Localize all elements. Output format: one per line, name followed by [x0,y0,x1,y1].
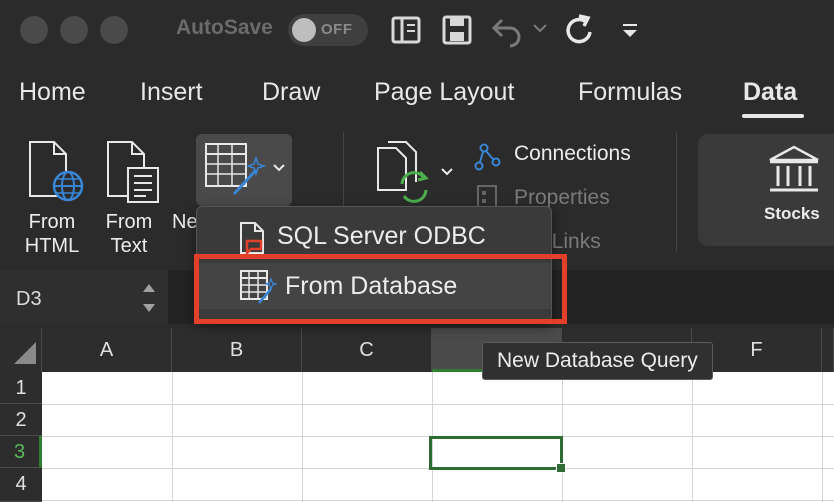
highlight-box [194,254,567,324]
select-all-triangle-icon [14,342,36,364]
row-header-3[interactable]: 3 [0,436,42,468]
connections-label: Connections [514,142,631,165]
connections-button[interactable]: Connections [474,140,654,171]
new-database-query-button[interactable] [196,134,292,206]
from-text-button[interactable]: From Text [94,136,164,266]
menu-item-sql-server-odbc[interactable]: SQL Server ODBC [197,213,551,259]
refresh-all-button[interactable] [372,136,458,208]
open-file-icon[interactable] [388,12,424,48]
row-header-4[interactable]: 4 [0,468,42,502]
column-header-a[interactable]: A [42,328,172,372]
new-query-label: Ne [172,211,198,233]
redo-icon[interactable] [562,12,596,48]
from-html-label: From HTML [24,211,80,257]
save-icon[interactable] [440,12,474,48]
select-all-corner[interactable] [0,328,42,372]
zoom-window-button[interactable] [100,16,128,44]
menu-item-label: SQL Server ODBC [277,222,486,250]
stocks-button[interactable]: Stocks [698,134,834,246]
name-box[interactable]: D3 [0,270,168,324]
undo-icon[interactable] [490,12,524,48]
stocks-bank-icon [769,145,819,192]
from-text-icon [107,141,159,203]
tab-insert[interactable]: Insert [140,78,203,107]
autosave-state: OFF [321,21,353,38]
database-query-icon [205,143,267,196]
tab-draw[interactable]: Draw [262,78,320,107]
selected-cell-d3[interactable] [429,436,563,470]
refresh-all-icon [377,141,429,203]
from-text-label: From Text [105,211,153,257]
column-header-c[interactable]: C [302,328,432,372]
from-html-icon [29,141,84,202]
stocks-label: Stocks [764,204,820,223]
title-bar: AutoSave OFF [0,0,834,62]
name-box-stepper-icon[interactable] [140,280,158,316]
sql-server-odbc-icon [240,222,264,255]
undo-dropdown-chevron-icon[interactable] [532,22,548,36]
column-header-b[interactable]: B [172,328,302,372]
row-header-2[interactable]: 2 [0,404,42,436]
column-header-g[interactable]: G [822,328,834,372]
row-header-1[interactable]: 1 [0,372,42,404]
ribbon-tabs: Home Insert Draw Page Layout Formulas Da… [0,62,834,122]
tooltip: New Database Query [482,342,713,380]
tab-formulas[interactable]: Formulas [578,78,682,107]
ribbon-separator [676,132,677,252]
tab-home[interactable]: Home [19,78,86,107]
chevron-down-icon [441,168,453,176]
connections-icon [474,143,501,171]
tab-page-layout[interactable]: Page Layout [374,78,514,107]
from-html-button[interactable]: From HTML [14,136,90,266]
autosave-label: AutoSave [176,16,273,39]
name-box-value: D3 [16,288,42,310]
minimize-window-button[interactable] [60,16,88,44]
close-window-button[interactable] [20,16,48,44]
chevron-down-icon [273,164,285,172]
tab-data[interactable]: Data [743,78,797,107]
autosave-toggle[interactable]: OFF [288,14,368,46]
fill-handle[interactable] [556,463,566,473]
toggle-knob [292,18,316,42]
customize-toolbar-icon[interactable] [620,22,640,40]
active-tab-indicator [742,114,804,118]
